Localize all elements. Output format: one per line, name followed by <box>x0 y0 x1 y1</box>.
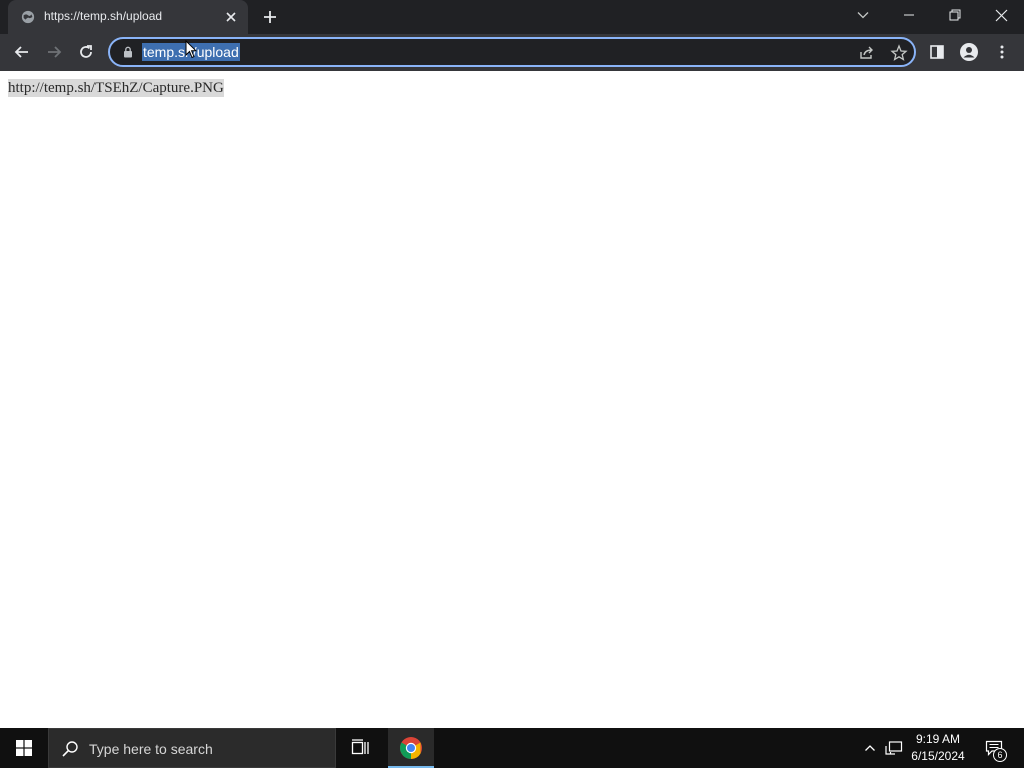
browser-toolbar: temp.sh/upload <box>0 34 1024 71</box>
show-hidden-icons-button[interactable] <box>860 728 880 768</box>
action-center-button[interactable]: 6 <box>978 728 1010 768</box>
close-window-button[interactable] <box>978 0 1024 30</box>
browser-tab-strip: https://temp.sh/upload <box>0 0 1024 34</box>
search-placeholder: Type here to search <box>89 741 213 757</box>
plus-icon[interactable] <box>261 8 279 26</box>
side-panel-button[interactable] <box>927 42 947 62</box>
share-icon[interactable] <box>858 44 876 62</box>
chevron-down-icon <box>857 12 869 19</box>
taskbar-chrome-button[interactable] <box>388 728 434 768</box>
chevron-up-icon <box>865 745 875 751</box>
notification-count-badge: 6 <box>993 748 1007 762</box>
restore-button[interactable] <box>932 0 978 30</box>
back-button[interactable] <box>12 42 32 62</box>
star-icon[interactable] <box>890 44 908 62</box>
side-panel-icon <box>930 45 944 59</box>
kebab-menu-icon <box>1000 45 1004 59</box>
clock-date: 6/15/2024 <box>911 749 965 763</box>
close-icon[interactable] <box>223 9 239 25</box>
task-view-button[interactable] <box>338 728 384 768</box>
taskbar-search-box[interactable]: Type here to search <box>48 728 336 768</box>
tab-title: https://temp.sh/upload <box>44 9 163 23</box>
page-content: http://temp.sh/TSEhZ/Capture.PNG <box>0 71 1024 728</box>
reload-icon <box>80 45 92 58</box>
task-view-icon <box>351 739 369 755</box>
browser-menu-button[interactable] <box>992 42 1012 62</box>
minimize-button[interactable] <box>886 0 932 30</box>
clock-time: 9:19 AM <box>915 732 961 746</box>
tab-search-button[interactable] <box>840 0 886 30</box>
profile-button[interactable] <box>959 42 979 62</box>
chrome-icon <box>400 737 422 759</box>
start-button[interactable] <box>0 728 48 768</box>
forward-button[interactable] <box>44 42 64 62</box>
restore-icon <box>949 9 961 21</box>
mouse-cursor-icon <box>185 40 197 59</box>
reload-button[interactable] <box>76 42 96 62</box>
address-bar[interactable]: temp.sh/upload <box>108 37 916 67</box>
windows-logo-icon <box>16 740 32 756</box>
network-button[interactable] <box>882 728 906 768</box>
back-arrow-icon <box>14 46 28 58</box>
upload-result-text[interactable]: http://temp.sh/TSEhZ/Capture.PNG <box>8 79 224 97</box>
close-icon <box>995 9 1007 21</box>
network-icon <box>885 741 903 755</box>
browser-tab[interactable]: https://temp.sh/upload <box>8 0 248 34</box>
globe-icon <box>21 10 35 24</box>
taskbar-clock[interactable]: 9:19 AM 6/15/2024 <box>906 731 970 765</box>
profile-icon <box>960 43 978 61</box>
windows-taskbar: Type here to search 9:19 AM 6/15/2024 6 <box>0 728 1024 768</box>
lock-icon[interactable] <box>122 46 134 58</box>
forward-arrow-icon <box>48 46 62 58</box>
search-icon <box>62 741 78 757</box>
minimize-icon <box>904 14 914 16</box>
